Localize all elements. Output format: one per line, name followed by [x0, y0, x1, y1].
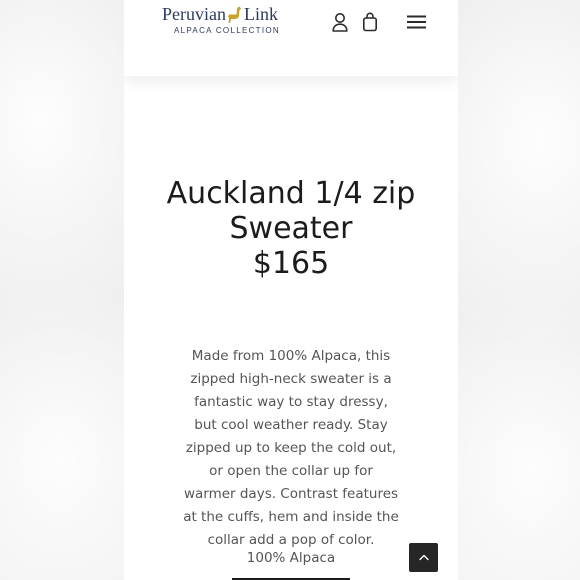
- user-icon: [332, 13, 348, 32]
- product-description: Made from 100% Alpaca, this zipped high-…: [183, 348, 399, 548]
- logo-wordmark: Peruvian Link: [162, 4, 297, 24]
- product-price: $165: [252, 246, 330, 281]
- cart-button[interactable]: [358, 10, 382, 34]
- menu-button[interactable]: [404, 10, 428, 34]
- logo-name-left: Peruvian: [162, 4, 226, 24]
- site-header: Peruvian Link ALPACA COLLECTION: [124, 0, 458, 76]
- scroll-to-top-button[interactable]: [409, 543, 438, 572]
- shopping-bag-icon: [362, 12, 377, 32]
- alpaca-icon: [228, 7, 241, 23]
- product-page: Peruvian Link ALPACA COLLECTION Auckland…: [124, 0, 458, 580]
- product-title: Auckland 1/4 zip Sweater: [166, 176, 416, 246]
- account-button[interactable]: [328, 10, 352, 34]
- logo-name-right: Link: [243, 4, 278, 24]
- hamburger-menu-icon: [406, 15, 426, 29]
- logo-tagline: ALPACA COLLECTION: [174, 26, 280, 35]
- product-details: Auckland 1/4 zip Sweater $165 Made from …: [124, 76, 458, 580]
- brand-logo[interactable]: Peruvian Link ALPACA COLLECTION: [162, 4, 297, 35]
- product-material-tab[interactable]: 100% Alpaca: [124, 549, 458, 567]
- chevron-up-icon: [418, 554, 429, 561]
